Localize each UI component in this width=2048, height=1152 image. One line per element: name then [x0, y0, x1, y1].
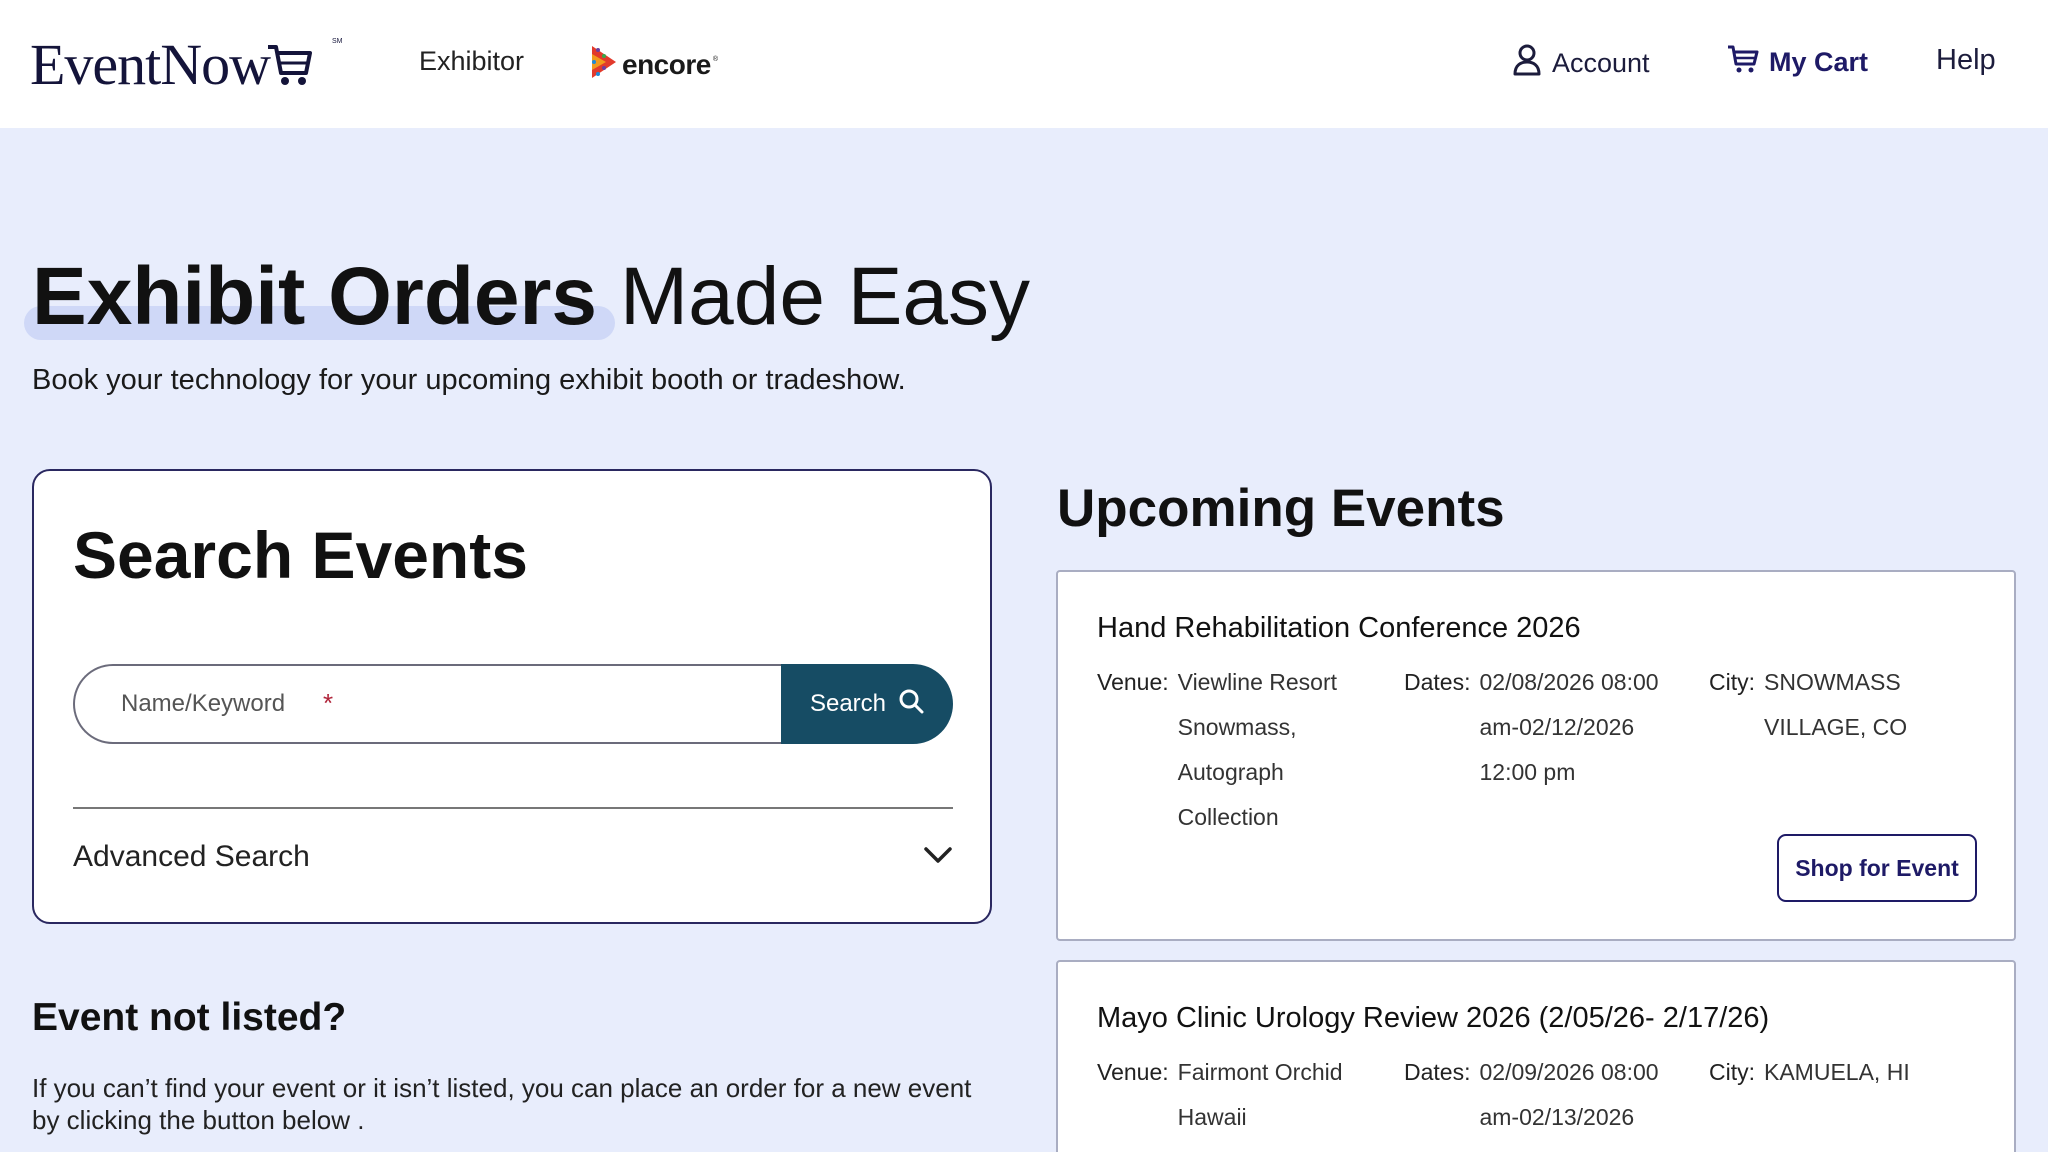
event-city: City: KAMUELA, HI	[1709, 1050, 1934, 1095]
user-icon	[1512, 44, 1542, 83]
venue-value: Viewline Resort Snowmass, Autograph Coll…	[1177, 669, 1338, 830]
event-dates: Dates: 02/09/2026 08:00 am-02/13/2026 08…	[1404, 1050, 1669, 1152]
search-row: * Search	[73, 664, 953, 744]
chevron-down-icon	[923, 845, 953, 870]
venue-value: Fairmont Orchid Hawaii	[1177, 1059, 1343, 1130]
hero-title: Exhibit Orders Made Easy	[32, 251, 1031, 342]
search-icon	[898, 688, 924, 721]
city-label: City:	[1709, 1059, 1755, 1085]
city-value: SNOWMASS VILLAGE, CO	[1764, 669, 1908, 740]
hero-title-regular: Made Easy	[597, 251, 1031, 342]
dates-label: Dates:	[1404, 1059, 1471, 1085]
hero-title-bold: Exhibit Orders	[32, 251, 598, 342]
event-dates: Dates: 02/08/2026 08:00 am-02/12/2026 12…	[1404, 660, 1669, 795]
search-events-card: Search Events * Search Advanced Search	[32, 469, 992, 924]
event-title[interactable]: Hand Rehabilitation Conference 2026	[1097, 612, 1581, 645]
required-indicator: *	[323, 688, 334, 718]
eventnow-logo[interactable]: EventNow SM	[30, 30, 343, 97]
event-card: Hand Rehabilitation Conference 2026 Venu…	[1056, 570, 2016, 941]
encore-logo[interactable]: encore ®	[590, 44, 718, 85]
search-events-title: Search Events	[73, 518, 528, 592]
upcoming-events-title: Upcoming Events	[1057, 479, 1505, 538]
city-label: City:	[1709, 669, 1755, 695]
cart-icon	[1727, 44, 1759, 81]
advanced-search-divider	[73, 807, 953, 809]
account-label: Account	[1552, 48, 1650, 78]
logo-cart-icon	[266, 41, 313, 92]
shop-for-event-button[interactable]: Shop for Event	[1777, 834, 1977, 902]
event-not-listed-title: Event not listed?	[32, 996, 347, 1039]
venue-label: Venue:	[1097, 1059, 1169, 1085]
event-city: City: SNOWMASS VILLAGE, CO	[1709, 660, 1934, 750]
event-venue: Venue: Viewline Resort Snowmass, Autogra…	[1097, 660, 1358, 840]
my-cart-link[interactable]: My Cart	[1727, 44, 1868, 81]
logo-trademark: SM	[332, 38, 343, 45]
event-venue: Venue: Fairmont Orchid Hawaii	[1097, 1050, 1358, 1140]
encore-trademark: ®	[712, 56, 718, 63]
encore-mark-icon	[590, 44, 620, 85]
event-title[interactable]: Mayo Clinic Urology Review 2026 (2/05/26…	[1097, 1002, 1769, 1035]
keyword-search-input[interactable]	[73, 664, 781, 744]
venue-label: Venue:	[1097, 669, 1169, 695]
event-not-listed-text: If you can’t find your event or it isn’t…	[32, 1073, 972, 1135]
dates-value: 02/09/2026 08:00 am-02/13/2026 08:00 am	[1479, 1059, 1659, 1152]
hero-subtitle: Book your technology for your upcoming e…	[32, 364, 906, 396]
dates-value: 02/08/2026 08:00 am-02/12/2026 12:00 pm	[1479, 669, 1659, 785]
advanced-search-toggle[interactable]: Advanced Search	[73, 827, 953, 887]
search-button-label: Search	[809, 690, 887, 717]
search-button[interactable]: Search	[781, 664, 953, 744]
logo-wordmark: EventNow	[30, 32, 271, 97]
dates-label: Dates:	[1404, 669, 1471, 695]
event-card: Mayo Clinic Urology Review 2026 (2/05/26…	[1056, 960, 2016, 1152]
cart-label: My Cart	[1769, 47, 1869, 77]
advanced-search-label: Advanced Search	[73, 840, 310, 873]
site-header: EventNow SM Exhibitor encore ® Account M…	[0, 0, 2048, 128]
city-value: KAMUELA, HI	[1764, 1059, 1910, 1085]
encore-wordmark: encore	[622, 48, 711, 80]
account-link[interactable]: Account	[1512, 44, 1650, 83]
nav-exhibitor[interactable]: Exhibitor	[419, 46, 524, 77]
help-link[interactable]: Help	[1936, 44, 1996, 77]
